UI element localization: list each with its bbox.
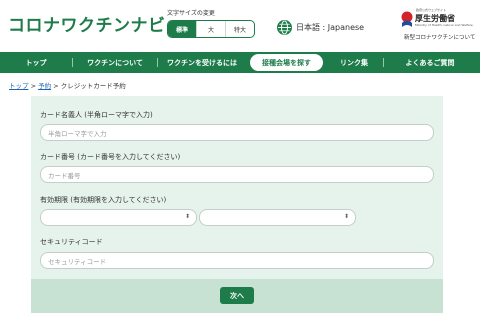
ministry-emblem-icon [401, 11, 413, 27]
nav-item-find-venue[interactable]: 接種会場を探す [250, 54, 323, 71]
security-code-input[interactable]: セキュリティコード [40, 252, 434, 269]
language-selector[interactable]: 日本語 : Japanese [277, 18, 364, 36]
select-arrows-icon: ⬍ [184, 213, 190, 220]
font-size-label: 文字サイズの変更 [167, 10, 215, 17]
site-logo[interactable]: コロナワクチンナビ [8, 11, 166, 36]
nav-item-how-to-get[interactable]: ワクチンを受けるには [158, 52, 246, 73]
breadcrumb: トップ > 予約 > クレジットカード予約 [9, 80, 126, 90]
next-button[interactable]: 次へ [220, 287, 254, 304]
ministry-small-text: 政府公式ウェブサイト [416, 8, 447, 12]
nav-item-about-vaccine[interactable]: ワクチンについて [73, 52, 157, 73]
ministry-english-name: Ministry of Health, Labour and Welfare [415, 23, 473, 27]
site-header: コロナワクチンナビ 文字サイズの変更 標準 大 特大 日本語 : Japanes… [0, 0, 480, 52]
expiry-year-select[interactable]: ⬍ [199, 209, 356, 226]
language-label: 日本語 : Japanese [296, 22, 365, 32]
breadcrumb-current: クレジットカード予約 [60, 82, 126, 90]
security-code-label: セキュリティコード [40, 238, 103, 246]
font-size-large-button[interactable]: 大 [196, 21, 225, 37]
expiry-label: 有効期限 (有効期限を入力してください) [40, 196, 167, 204]
nav-item-faq[interactable]: よくあるご質問 [384, 52, 476, 73]
expiry-month-select[interactable]: ⬍ [40, 209, 197, 226]
ministry-logo[interactable]: 政府公式ウェブサイト 厚生労働省 Ministry of Health, Lab… [398, 8, 478, 44]
select-arrows-icon: ⬍ [343, 213, 349, 220]
main-nav: トップ ワクチンについて ワクチンを受けるには 接種会場を探す リンク集 よくあ… [0, 52, 480, 73]
card-number-input[interactable]: カード番号 [40, 166, 434, 183]
breadcrumb-link-top[interactable]: トップ [9, 82, 29, 90]
font-size-standard-button[interactable]: 標準 [168, 21, 196, 37]
font-size-switcher: 標準 大 特大 [167, 20, 255, 38]
globe-icon [277, 19, 292, 35]
nav-item-top[interactable]: トップ [0, 52, 72, 73]
breadcrumb-separator: > [51, 82, 61, 90]
card-name-input[interactable]: 半角ローマ字で入力 [40, 124, 434, 141]
font-size-xlarge-button[interactable]: 特大 [225, 21, 254, 37]
ministry-subtitle: 新型コロナワクチンについて [404, 35, 476, 41]
breadcrumb-link-reservation[interactable]: 予約 [38, 82, 51, 90]
card-number-label: カード番号 (カード番号を入力してください) [40, 153, 181, 161]
breadcrumb-separator: > [28, 82, 39, 90]
card-name-label: カード名義人 (半角ローマ字で入力) [40, 111, 153, 119]
nav-item-links[interactable]: リンク集 [325, 52, 383, 73]
